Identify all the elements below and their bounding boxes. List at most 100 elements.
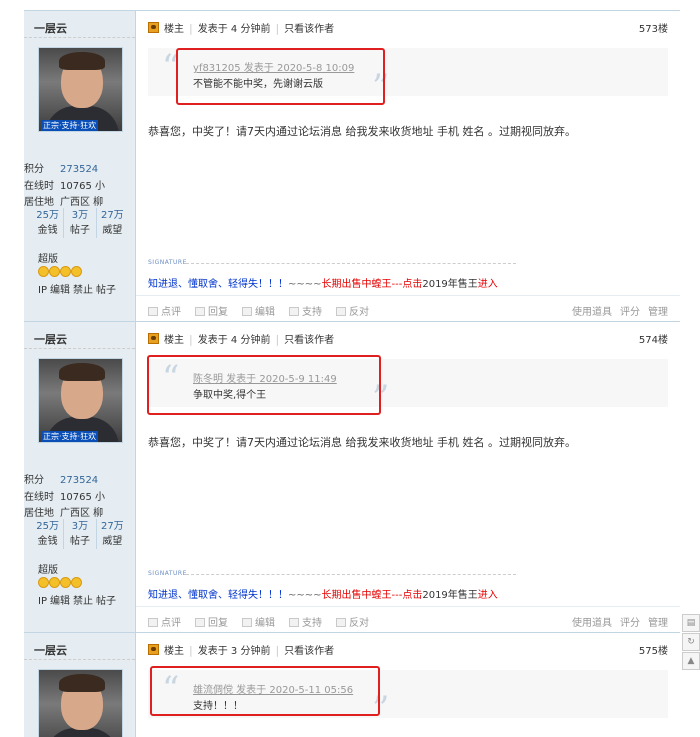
- oppose-label: 反对: [349, 307, 369, 318]
- signature-tilde: ~~~~: [288, 279, 322, 290]
- post-header: 楼主 | 发表于 4 分钟前 | 只看该作者 574楼: [148, 331, 668, 346]
- divider: |: [275, 22, 280, 35]
- pencil-icon: [242, 618, 252, 627]
- actions-divider: [136, 606, 680, 607]
- only-author-link[interactable]: 只看该作者: [284, 335, 334, 346]
- signature-promo-link[interactable]: 长期出售中蝗王---点击: [322, 590, 423, 601]
- ip-link[interactable]: IP: [38, 285, 47, 296]
- avatar-hair: [59, 363, 105, 381]
- avatar[interactable]: [38, 669, 123, 737]
- use-tools-button[interactable]: 使用道具: [572, 618, 612, 629]
- author-divider: [24, 348, 135, 349]
- avatar[interactable]: 正宗·支持·狂欢: [38, 358, 123, 443]
- edit-user-link[interactable]: 编辑: [50, 285, 70, 296]
- rank-stars: [38, 577, 82, 588]
- rate-label: 点评: [161, 307, 181, 318]
- online-value: 10765 小: [60, 181, 105, 192]
- author-panel: 一层云 正宗·支持·狂欢 积分 273524 在线时 10765 小 居住地 广西区 …: [24, 11, 136, 321]
- edit-button[interactable]: 编辑: [242, 307, 275, 318]
- reply-button[interactable]: 回复: [195, 618, 228, 629]
- stat-points: 积分 273524: [24, 471, 98, 486]
- stat-number[interactable]: 27万: [97, 519, 128, 534]
- post-actions: 点评 回复 编辑 支持 反对 使用道具 评分 管理: [148, 614, 668, 629]
- rate-button[interactable]: 点评: [148, 307, 181, 318]
- ip-link[interactable]: IP: [38, 596, 47, 607]
- user-group[interactable]: 超版: [38, 250, 58, 265]
- stat-number[interactable]: 3万: [64, 519, 95, 534]
- posted-time: 发表于 4 分钟前: [197, 335, 271, 346]
- signature-enter-link[interactable]: 进入: [478, 279, 498, 290]
- posts-stat[interactable]: 3万 帖子: [64, 208, 97, 238]
- location-value: 广西区 柳: [60, 197, 104, 208]
- oppose-label: 反对: [349, 618, 369, 629]
- money-stat[interactable]: 25万 金钱: [32, 208, 65, 238]
- signature-motto: 知进退、懂取舍、轻得失！！！: [148, 279, 288, 290]
- manage-button[interactable]: 管理: [648, 618, 668, 629]
- signature-promo-link[interactable]: 长期出售中蝗王---点击: [322, 279, 423, 290]
- stat-caption: 金钱: [37, 536, 58, 547]
- manage-button[interactable]: 管理: [648, 307, 668, 318]
- reply-label: 回复: [208, 618, 228, 629]
- oppose-button[interactable]: 反对: [336, 307, 369, 318]
- signature-motto: 知进退、懂取舍、轻得失！！！: [148, 590, 288, 601]
- rank-stars: [38, 266, 82, 277]
- edit-button[interactable]: 编辑: [242, 618, 275, 629]
- actions-divider: [136, 295, 680, 296]
- refresh-icon[interactable]: ↻: [682, 633, 700, 651]
- only-author-link[interactable]: 只看该作者: [284, 646, 334, 657]
- user-group[interactable]: 超版: [38, 561, 58, 576]
- ban-link[interactable]: 禁止: [73, 285, 93, 296]
- signature-enter-link[interactable]: 进入: [478, 590, 498, 601]
- reply-button[interactable]: 回复: [195, 307, 228, 318]
- only-author-link[interactable]: 只看该作者: [284, 24, 334, 35]
- rate-label: 点评: [161, 618, 181, 629]
- edit-user-link[interactable]: 编辑: [50, 596, 70, 607]
- stat-number[interactable]: 25万: [32, 519, 63, 534]
- floor-number[interactable]: 575楼: [639, 642, 668, 657]
- edit-label: 编辑: [255, 618, 275, 629]
- avatar[interactable]: 正宗·支持·狂欢: [38, 47, 123, 132]
- posts-stat[interactable]: 3万 帖子: [64, 519, 97, 549]
- floor-number[interactable]: 574楼: [639, 331, 668, 346]
- use-tools-button[interactable]: 使用道具: [572, 307, 612, 318]
- post-message: 恭喜您，中奖了！请7天内通过论坛消息 给我发来收货地址 手机 姓名 。过期视同放…: [148, 436, 576, 449]
- signature: 知进退、懂取舍、轻得失！！！~~~~长期出售中蝗王---点击2019年售王进入: [148, 586, 498, 601]
- author-divider: [24, 37, 135, 38]
- stat-number[interactable]: 3万: [64, 208, 95, 223]
- stat-number[interactable]: 25万: [32, 208, 63, 223]
- divider: |: [189, 22, 193, 35]
- prestige-stat[interactable]: 27万 威望: [97, 519, 128, 549]
- oppose-button[interactable]: 反对: [336, 618, 369, 629]
- money-stat[interactable]: 25万金钱: [32, 519, 65, 549]
- user-posts-link[interactable]: 帖子: [96, 285, 116, 296]
- side-toolbar: ▤ ↻ ▲: [682, 614, 700, 671]
- author-name[interactable]: 一层云: [34, 20, 67, 36]
- comment-icon[interactable]: ▤: [682, 614, 700, 632]
- score-button[interactable]: 评分: [620, 307, 640, 318]
- ban-link[interactable]: 禁止: [73, 596, 93, 607]
- highlight-box: [176, 48, 385, 105]
- floor-number[interactable]: 573楼: [639, 20, 668, 35]
- points-value[interactable]: 273524: [60, 475, 98, 486]
- top-icon[interactable]: ▲: [682, 652, 700, 670]
- stat-number[interactable]: 27万: [97, 208, 128, 223]
- support-label: 支持: [302, 307, 322, 318]
- points-value[interactable]: 273524: [60, 164, 98, 175]
- user-posts-link[interactable]: 帖子: [96, 596, 116, 607]
- post-574: 一层云 正宗·支持·狂欢 积分 273524 在线时 10765 小 居住地 广西区 …: [24, 321, 680, 632]
- reply-label: 回复: [208, 307, 228, 318]
- post-message: 恭喜您，中奖了！请7天内通过论坛消息 给我发来收货地址 手机 姓名 。过期视同放…: [148, 125, 576, 138]
- author-name[interactable]: 一层云: [34, 331, 67, 347]
- prestige-stat[interactable]: 27万威望: [97, 208, 128, 238]
- rate-button[interactable]: 点评: [148, 618, 181, 629]
- support-button[interactable]: 支持: [289, 307, 322, 318]
- stat-label: 在线时: [24, 181, 54, 192]
- support-button[interactable]: 支持: [289, 618, 322, 629]
- owner-label: 楼主: [164, 646, 184, 657]
- score-button[interactable]: 评分: [620, 618, 640, 629]
- stat-caption: 威望: [102, 225, 123, 236]
- author-name[interactable]: 一层云: [34, 642, 67, 658]
- avatar-hair: [59, 52, 105, 70]
- stat-points: 积分 273524: [24, 160, 98, 175]
- star-icon: [71, 577, 82, 588]
